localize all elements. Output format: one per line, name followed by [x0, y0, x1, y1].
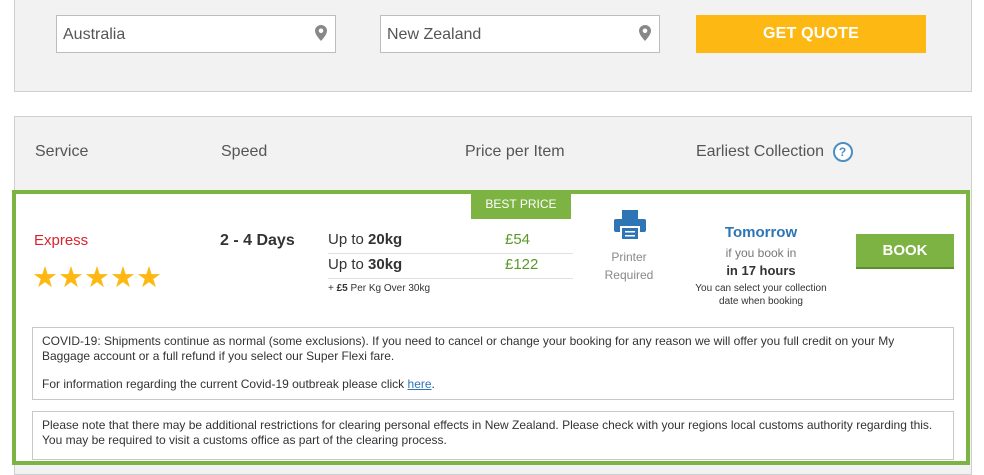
earliest-collection-day: Tomorrow: [724, 224, 798, 241]
book-button[interactable]: BOOK: [856, 234, 954, 267]
column-header-price: Price per Item: [465, 143, 565, 160]
customs-notice-text: Please note that there may be additional…: [42, 418, 933, 447]
printer-required-label: Printer Required: [604, 250, 654, 282]
origin-country-field[interactable]: Australia: [56, 15, 336, 53]
extra-weight-note: + £5 Per Kg Over 30kg: [328, 283, 431, 294]
origin-country-value: Australia: [63, 26, 126, 43]
price-row: Up to 20kg £54: [328, 229, 573, 254]
star-rating-icon: ★★★★★: [32, 262, 162, 294]
printer-icon: [614, 210, 646, 240]
service-name: Express: [34, 232, 89, 249]
covid-info-text: For information regarding the current Co…: [42, 377, 435, 391]
collection-condition: if you book in: [725, 246, 797, 260]
price-row: Up to 30kg £122: [328, 254, 573, 279]
collection-countdown: in 17 hours: [726, 263, 796, 278]
destination-country-field[interactable]: New Zealand: [380, 15, 660, 53]
best-price-badge: BEST PRICE: [471, 190, 571, 219]
covid-notice-text: COVID-19: Shipments continue as normal (…: [42, 334, 895, 363]
weight-limit: Up to 30kg: [328, 256, 403, 273]
item-price: £54: [505, 231, 531, 248]
location-pin-icon: [315, 25, 327, 41]
collection-date-note: You can select your collection date when…: [695, 283, 827, 307]
column-header-service: Service: [35, 143, 89, 160]
column-header-collection-label: Earliest Collection: [696, 143, 825, 161]
column-header-speed: Speed: [221, 143, 268, 160]
column-header-collection: Earliest Collection ?: [696, 142, 853, 162]
help-icon[interactable]: ?: [832, 142, 853, 162]
weight-limit: Up to 20kg: [328, 231, 403, 248]
covid-info-link[interactable]: here: [408, 377, 432, 391]
quote-result-card: BEST PRICE Express ★★★★★ 2 - 4 Days Up t…: [12, 190, 970, 465]
covid-notice: COVID-19: Shipments continue as normal (…: [32, 327, 954, 400]
destination-country-value: New Zealand: [387, 26, 482, 43]
quote-form: Australia New Zealand GET QUOTE: [14, 0, 972, 92]
get-quote-button[interactable]: GET QUOTE: [696, 15, 926, 53]
location-pin-icon: [639, 25, 651, 41]
item-price: £122: [505, 256, 539, 273]
customs-notice: Please note that there may be additional…: [32, 411, 954, 460]
delivery-speed: 2 - 4 Days: [220, 232, 295, 249]
